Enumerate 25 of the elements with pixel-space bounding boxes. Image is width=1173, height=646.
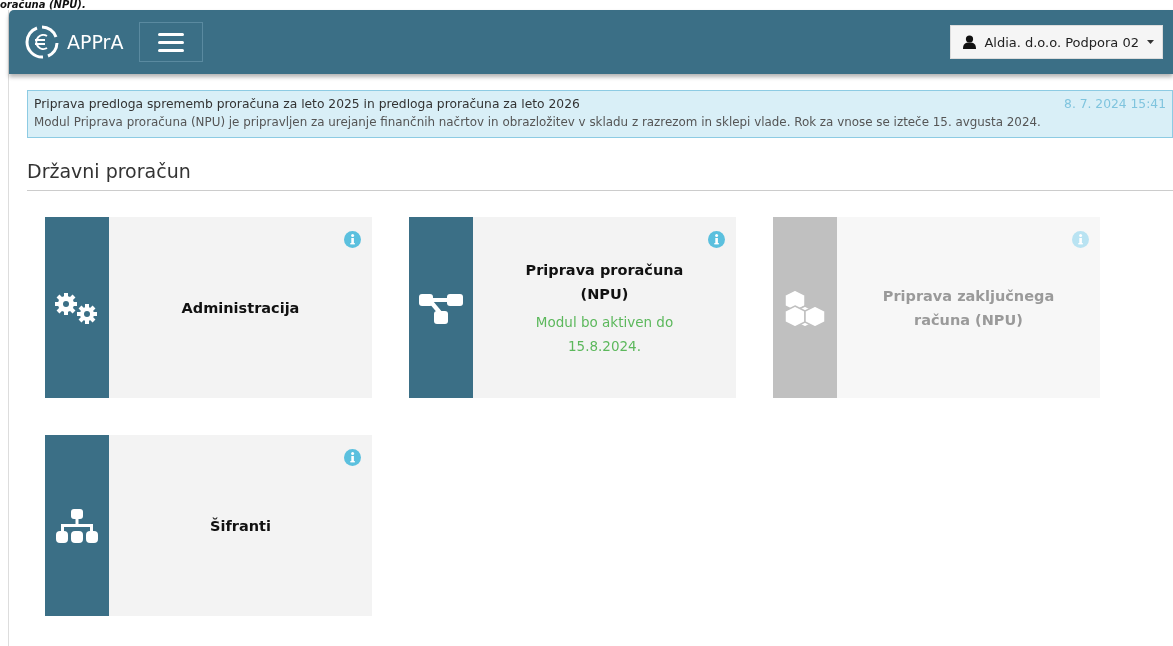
- sitemap-icon: [56, 508, 98, 543]
- notice-title: Priprava predloga sprememb proračuna za leto 2025 in predloga proračuna za leto 2026: [34, 97, 580, 111]
- info-icon[interactable]: [708, 231, 725, 248]
- caret-icon: [1147, 40, 1154, 44]
- module-card[interactable]: Šifranti: [45, 435, 372, 616]
- info-icon[interactable]: [344, 231, 361, 248]
- user-menu-button[interactable]: Aldia. d.o.o. Podpora 02: [950, 25, 1163, 59]
- section-title: Državni proračun: [27, 160, 192, 184]
- menu-button[interactable]: [139, 22, 204, 62]
- document-text: oračuna (NPU).: [0, 0, 87, 10]
- module-note: Modul bo aktiven do 15.8.2024.: [534, 312, 675, 356]
- info-icon[interactable]: [344, 449, 361, 466]
- module-title: Priprava zaključnega računa (NPU): [881, 286, 1056, 330]
- module-title: Administracija: [181, 298, 300, 318]
- module-title: Priprava proračuna (NPU): [524, 260, 685, 304]
- app-name: APPrA: [67, 31, 124, 53]
- module-title: Šifranti: [210, 516, 271, 536]
- notice-text: Modul Priprava proračuna (NPU) je pripravljen za urejanje finančnih načrtov in obrazložitev v skladu z razrezom in sklepi vlade. Rok za vnose se izteče 15. avgusta 2024.: [34, 115, 1042, 129]
- module-card[interactable]: Priprava proračuna (NPU) Modul bo aktiven do 15.8.2024.: [409, 217, 736, 398]
- gears-icon: [54, 291, 100, 324]
- notice-timestamp: 8. 7. 2024 15:41: [1064, 97, 1166, 111]
- module-card[interactable]: Administracija: [45, 217, 372, 398]
- menu-icon: [158, 32, 185, 52]
- user-icon: [963, 35, 977, 49]
- euro-logo-icon: [25, 25, 59, 59]
